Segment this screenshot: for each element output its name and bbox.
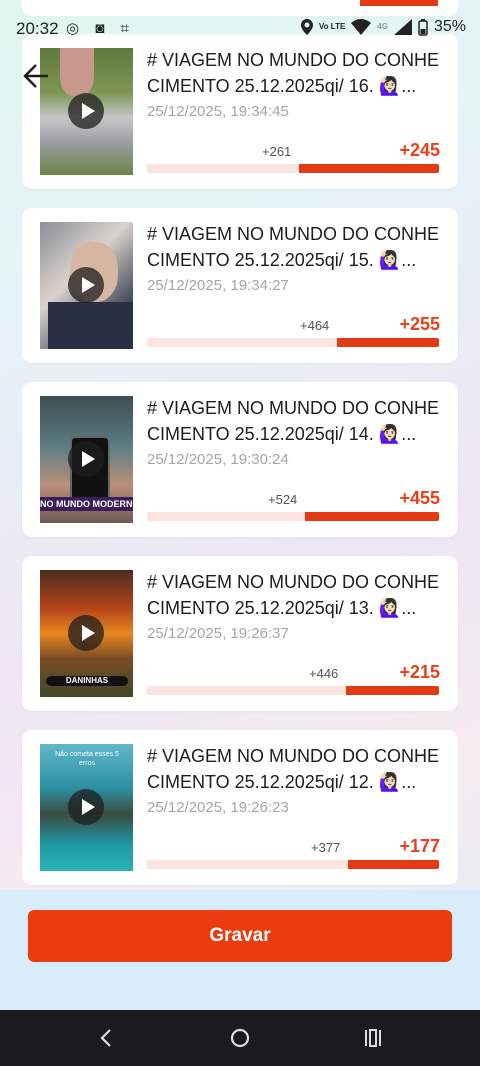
- video-thumbnail[interactable]: Não cometa esses 5 erros: [40, 744, 133, 871]
- big-count: +245: [399, 140, 440, 160]
- network-type: 4G: [377, 22, 388, 31]
- big-count: +455: [399, 488, 440, 508]
- big-count: +255: [399, 314, 440, 334]
- thumbnail-caption: Não cometa esses 5 erros: [55, 751, 119, 767]
- progress-bar: [147, 512, 439, 521]
- video-title: # VIAGEM NO MUNDO DO CONHE CIMENTO 25.12…: [147, 224, 440, 270]
- nav-back-button[interactable]: [92, 1024, 122, 1052]
- nav-recents-icon: [365, 1029, 381, 1047]
- video-card[interactable]: DANINHAS # VIAGEM NO MUNDO DO CONHE CIME…: [22, 556, 458, 711]
- progress-fill: [298, 164, 439, 173]
- back-button[interactable]: [18, 56, 58, 96]
- thumbnail-caption: DANINHAS: [46, 676, 128, 686]
- video-title: # VIAGEM NO MUNDO DO CONHE CIMENTO 25.12…: [147, 398, 440, 444]
- status-bar: 20:32 ◎ ◙ ⌗ Vo LTE 4G 35%: [0, 0, 480, 58]
- progress-fill: [348, 860, 439, 869]
- small-count: +261: [262, 144, 292, 159]
- play-icon: [68, 789, 104, 825]
- small-count: +524: [268, 492, 298, 507]
- back-arrow-icon: [23, 64, 48, 88]
- video-card[interactable]: NO MUNDO MODERNO # VIAGEM NO MUNDO DO CO…: [22, 382, 458, 537]
- status-right: Vo LTE 4G 35%: [300, 18, 466, 36]
- progress-bar: [147, 164, 439, 173]
- video-title: # VIAGEM NO MUNDO DO CONHE CIMENTO 25.12…: [147, 746, 440, 792]
- small-count: +377: [311, 840, 341, 855]
- progress-fill: [336, 338, 439, 347]
- play-icon: [68, 267, 104, 303]
- video-card[interactable]: # VIAGEM NO MUNDO DO CONHE CIMENTO 25.12…: [22, 208, 458, 363]
- big-count: +215: [399, 662, 440, 682]
- status-time: 20:32: [16, 19, 59, 38]
- nav-home-icon: [230, 1028, 250, 1048]
- video-thumbnail[interactable]: DANINHAS: [40, 570, 133, 697]
- bottom-bar: Gravar: [0, 890, 480, 1010]
- nav-back-icon: [100, 1029, 111, 1047]
- video-title: # VIAGEM NO MUNDO DO CONHE CIMENTO 25.12…: [147, 572, 440, 618]
- video-date: 25/12/2025, 19:30:24: [147, 451, 289, 468]
- video-date: 25/12/2025, 19:34:45: [147, 103, 289, 120]
- notification-icons: ◎ ◙ ⌗: [66, 20, 135, 37]
- volte-indicator: Vo LTE: [318, 22, 346, 31]
- wifi-icon: [351, 19, 372, 35]
- signal-icon: [393, 19, 412, 35]
- video-thumbnail[interactable]: [40, 222, 133, 349]
- progress-bar: [147, 686, 439, 695]
- thumbnail-caption: NO MUNDO MODERNO: [40, 497, 133, 511]
- record-button[interactable]: Gravar: [28, 910, 452, 962]
- progress-bar: [147, 860, 439, 869]
- play-icon: [68, 615, 104, 651]
- small-count: +464: [300, 318, 330, 333]
- big-count: +177: [399, 836, 440, 856]
- play-icon: [68, 93, 104, 129]
- small-count: +446: [309, 666, 339, 681]
- nav-recents-button[interactable]: [358, 1024, 388, 1052]
- nav-home-button[interactable]: [225, 1024, 255, 1052]
- video-date: 25/12/2025, 19:26:37: [147, 625, 289, 642]
- location-icon: [300, 19, 313, 35]
- system-nav-bar: [0, 1010, 480, 1066]
- video-date: 25/12/2025, 19:26:23: [147, 799, 289, 816]
- play-icon: [68, 441, 104, 477]
- progress-bar: [147, 338, 439, 347]
- progress-fill: [304, 512, 439, 521]
- video-date: 25/12/2025, 19:34:27: [147, 277, 289, 294]
- battery-percent: 35%: [433, 18, 466, 35]
- progress-fill: [345, 686, 439, 695]
- battery-icon: [418, 18, 428, 36]
- video-thumbnail[interactable]: NO MUNDO MODERNO: [40, 396, 133, 523]
- video-card[interactable]: Não cometa esses 5 erros # VIAGEM NO MUN…: [22, 730, 458, 885]
